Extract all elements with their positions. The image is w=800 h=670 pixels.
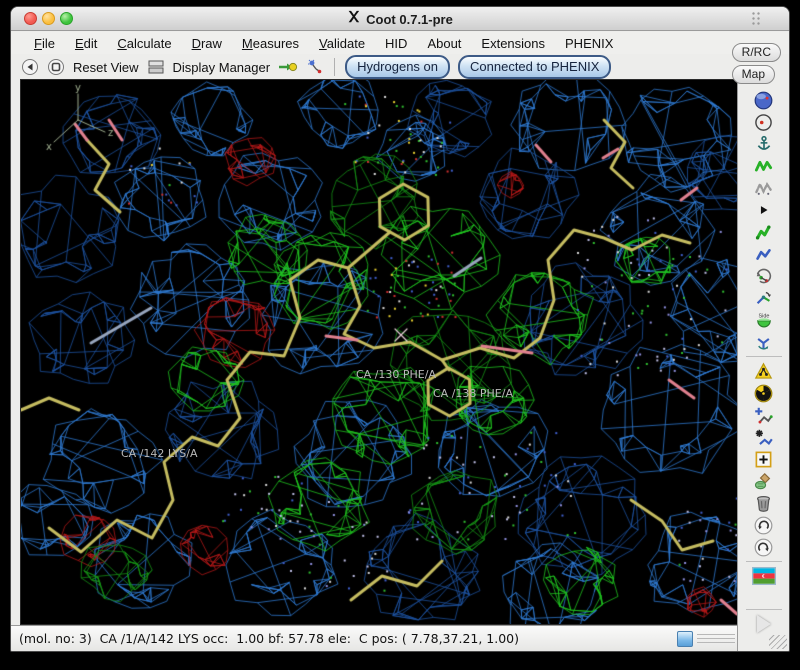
main-toolbar: Reset View Display Manager Hydrogens on … xyxy=(11,54,737,80)
toolbar-separator xyxy=(334,58,335,76)
coot-window: Coot 0.7.1-pre FileEditCalculateDrawMeas… xyxy=(10,6,790,652)
hydrogens-on-button[interactable]: Hydrogens on xyxy=(345,55,450,79)
redo-icon[interactable] xyxy=(752,536,776,558)
menu-calculate[interactable]: Calculate xyxy=(108,34,180,53)
add-alt-conf-icon[interactable] xyxy=(752,404,776,426)
menu-file[interactable]: File xyxy=(25,34,64,53)
menu-edit[interactable]: Edit xyxy=(66,34,106,53)
rotamers-icon[interactable] xyxy=(752,243,776,265)
rrc-button[interactable]: R/RC xyxy=(732,43,781,62)
statusbar-grip[interactable] xyxy=(697,634,735,644)
real-space-refine-icon[interactable] xyxy=(752,155,776,177)
atom-status-text: (mol. no: 3) CA /1/A/142 LYS occ: 1.00 b… xyxy=(19,631,519,646)
flag-icon[interactable] xyxy=(752,565,776,587)
add-terminal-residue-icon[interactable] xyxy=(752,360,776,382)
modelling-toolbar: Side xyxy=(737,79,789,651)
play-triangle-icon[interactable] xyxy=(757,615,771,633)
recentre-icon[interactable] xyxy=(752,111,776,133)
regularize-zone-icon[interactable] xyxy=(752,177,776,199)
menu-validate[interactable]: Validate xyxy=(310,34,374,53)
menu-extensions[interactable]: Extensions xyxy=(472,34,554,53)
toolbar-separator xyxy=(746,356,782,357)
go-to-atom-icon[interactable] xyxy=(278,59,298,75)
title-bar[interactable]: Coot 0.7.1-pre xyxy=(11,7,789,31)
x11-icon xyxy=(347,10,360,28)
sphere-icon[interactable] xyxy=(752,89,776,111)
undo-icon[interactable] xyxy=(752,514,776,536)
delete-item-icon[interactable] xyxy=(752,492,776,514)
menu-hid[interactable]: HID xyxy=(376,34,416,53)
graphics-canvas[interactable]: CA /130 PHE/ACA /138 PHE/ACA /142 LYS/A xyxy=(20,79,739,625)
flip-peptide-icon[interactable] xyxy=(752,287,776,309)
window-title: Coot 0.7.1-pre xyxy=(366,12,453,27)
toolbar-separator xyxy=(746,609,782,610)
reset-view-button[interactable]: Reset View xyxy=(73,60,139,75)
menu-about[interactable]: About xyxy=(418,34,470,53)
molecule-hydrogens-icon[interactable] xyxy=(306,58,324,76)
pointer-atom-icon[interactable] xyxy=(752,448,776,470)
scroll-thumb[interactable] xyxy=(677,631,693,647)
anchor-icon[interactable] xyxy=(752,133,776,155)
place-atom-icon[interactable] xyxy=(752,426,776,448)
toolbar-separator xyxy=(746,561,782,562)
molecular-scene[interactable] xyxy=(21,80,738,624)
map-button[interactable]: Map xyxy=(732,65,775,84)
clear-brush-icon[interactable] xyxy=(752,470,776,492)
menu-phenix[interactable]: PHENIX xyxy=(556,34,622,53)
side-chain-180-icon[interactable]: Side xyxy=(752,309,776,331)
record-view-icon[interactable] xyxy=(47,58,65,76)
jed-flip-icon[interactable] xyxy=(752,331,776,353)
edit-chi-angles-icon[interactable] xyxy=(752,265,776,287)
display-manager-button[interactable]: Display Manager xyxy=(173,60,271,75)
menubar: FileEditCalculateDrawMeasuresValidateHID… xyxy=(11,32,789,54)
mutate-icon[interactable] xyxy=(752,382,776,404)
back-view-icon[interactable] xyxy=(21,58,39,76)
rigid-body-icon[interactable] xyxy=(752,199,776,221)
status-bar: (mol. no: 3) CA /1/A/142 LYS occ: 1.00 b… xyxy=(11,625,737,651)
connected-phenix-button[interactable]: Connected to PHENIX xyxy=(458,55,611,79)
menu-measures[interactable]: Measures xyxy=(233,34,308,53)
toolbar-drag-handle[interactable] xyxy=(751,11,761,25)
display-manager-icon[interactable] xyxy=(147,59,165,75)
resize-grip[interactable] xyxy=(769,635,787,649)
menu-draw[interactable]: Draw xyxy=(183,34,231,53)
auto-fit-rotamer-icon[interactable] xyxy=(752,221,776,243)
